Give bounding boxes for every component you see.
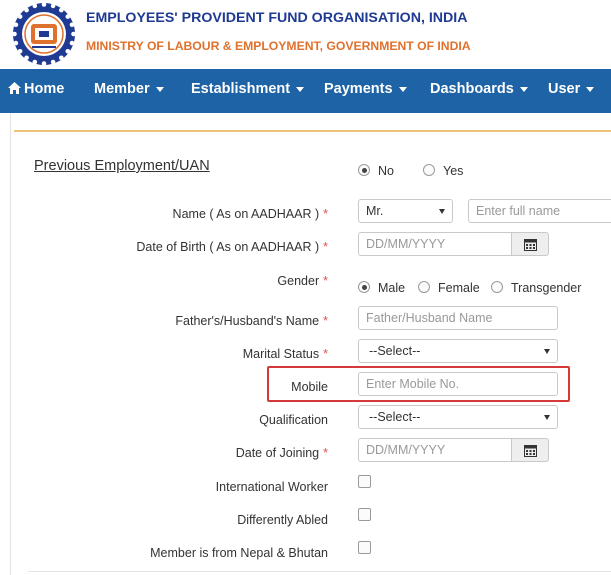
required-mark: *: [323, 446, 328, 460]
qualification-label: Qualification: [259, 413, 328, 427]
differently-abled-checkbox[interactable]: [358, 508, 371, 521]
title-select[interactable]: Mr.: [358, 199, 453, 223]
international-worker-label-text: International Worker: [215, 480, 328, 494]
gender-female-label: Female: [438, 281, 480, 295]
father-name-label: Father's/Husband's Name *: [175, 314, 328, 328]
nav-user-label: User: [548, 81, 581, 97]
doj-placeholder: DD/MM/YYYY: [366, 443, 446, 457]
required-mark: *: [323, 347, 328, 361]
full-name-input[interactable]: Enter full name: [468, 199, 611, 223]
marital-status-label: Marital Status *: [243, 347, 328, 361]
site-header: EMPLOYEES' PROVIDENT FUND ORGANISATION, …: [0, 0, 611, 69]
nav-home-label: Home: [24, 81, 65, 97]
calendar-icon: [524, 239, 537, 251]
doj-label-text: Date of Joining: [235, 446, 320, 460]
dob-input[interactable]: DD/MM/YYYY: [358, 232, 512, 256]
gender-label-text: Gender: [277, 274, 320, 288]
nav-establishment-label: Establishment: [191, 81, 291, 97]
mobile-placeholder: Enter Mobile No.: [366, 377, 460, 391]
gender-female-radio[interactable]: [418, 281, 430, 293]
name-label-text: Name ( As on AADHAAR ): [172, 207, 320, 221]
previous-employment-label: Previous Employment/UAN: [34, 158, 210, 174]
father-name-input[interactable]: Father/Husband Name: [358, 306, 558, 330]
nav-member-label: Member: [94, 81, 150, 97]
nav-payments[interactable]: Payments: [324, 69, 407, 113]
qualification-value: --Select--: [369, 410, 421, 424]
chevron-down-icon: [439, 209, 445, 214]
doj-calendar-button[interactable]: [511, 438, 549, 462]
title-select-value: Mr.: [366, 204, 384, 218]
home-icon: [8, 82, 21, 94]
chevron-down-icon: [296, 86, 305, 92]
epfo-logo: [12, 2, 76, 66]
qualification-select[interactable]: --Select--: [358, 405, 558, 429]
nepal-bhutan-checkbox[interactable]: [358, 541, 371, 554]
mobile-input[interactable]: Enter Mobile No.: [358, 372, 558, 396]
name-label: Name ( As on AADHAAR ) *: [173, 207, 328, 221]
nav-member[interactable]: Member: [94, 69, 164, 113]
dob-placeholder: DD/MM/YYYY: [366, 237, 446, 251]
nav-dashboards-label: Dashboards: [430, 81, 514, 97]
chevron-down-icon: [544, 349, 550, 354]
dob-calendar-button[interactable]: [511, 232, 549, 256]
nav-dashboards[interactable]: Dashboards: [430, 69, 528, 113]
marital-status-value: --Select--: [369, 344, 421, 358]
marital-status-select[interactable]: --Select--: [358, 339, 558, 363]
nepal-bhutan-label: Member is from Nepal & Bhutan: [150, 546, 328, 560]
chevron-down-icon: [586, 86, 595, 92]
gender-male-radio[interactable]: [358, 281, 370, 293]
qualification-label-text: Qualification: [259, 413, 328, 427]
required-mark: *: [323, 314, 328, 328]
father-name-label-text: Father's/Husband's Name: [175, 314, 320, 328]
marital-status-label-text: Marital Status: [242, 347, 320, 361]
chevron-down-icon: [398, 86, 407, 92]
gender-transgender-radio[interactable]: [491, 281, 503, 293]
doj-input[interactable]: DD/MM/YYYY: [358, 438, 512, 462]
prev-employment-yes-radio[interactable]: [423, 164, 435, 176]
nepal-bhutan-label-text: Member is from Nepal & Bhutan: [150, 546, 328, 560]
section-divider: [14, 130, 611, 132]
ministry-name: MINISTRY OF LABOUR & EMPLOYMENT, GOVERNM…: [86, 39, 471, 53]
gender-transgender-label: Transgender: [511, 281, 582, 295]
father-name-placeholder: Father/Husband Name: [366, 311, 493, 325]
main-navbar: Home Member Establishment Payments Dashb…: [0, 69, 611, 113]
bottom-divider: [28, 571, 611, 572]
dob-label-text: Date of Birth ( As on AADHAAR ): [136, 240, 320, 254]
required-mark: *: [323, 240, 328, 254]
org-name: EMPLOYEES' PROVIDENT FUND ORGANISATION, …: [86, 10, 468, 26]
nav-user[interactable]: User: [548, 69, 595, 113]
chevron-down-icon: [519, 86, 528, 92]
nav-payments-label: Payments: [324, 81, 393, 97]
dob-label: Date of Birth ( As on AADHAAR ) *: [136, 240, 328, 254]
chevron-down-icon: [155, 86, 164, 92]
prev-employment-no-label: No: [378, 164, 394, 178]
chevron-down-icon: [544, 415, 550, 420]
international-worker-label: International Worker: [216, 480, 328, 494]
full-name-placeholder: Enter full name: [476, 204, 561, 218]
required-mark: *: [323, 274, 328, 288]
differently-abled-label-text: Differently Abled: [237, 513, 328, 527]
international-worker-checkbox[interactable]: [358, 475, 371, 488]
doj-label: Date of Joining *: [236, 446, 328, 460]
required-mark: *: [323, 207, 328, 221]
nav-home[interactable]: Home: [8, 69, 64, 113]
differently-abled-label: Differently Abled: [237, 513, 328, 527]
gender-male-label: Male: [378, 281, 406, 295]
nav-establishment[interactable]: Establishment: [191, 69, 305, 113]
prev-employment-no-radio[interactable]: [358, 164, 370, 176]
calendar-icon: [524, 445, 537, 457]
prev-employment-yes-label: Yes: [443, 164, 464, 178]
gender-label: Gender *: [277, 274, 328, 288]
